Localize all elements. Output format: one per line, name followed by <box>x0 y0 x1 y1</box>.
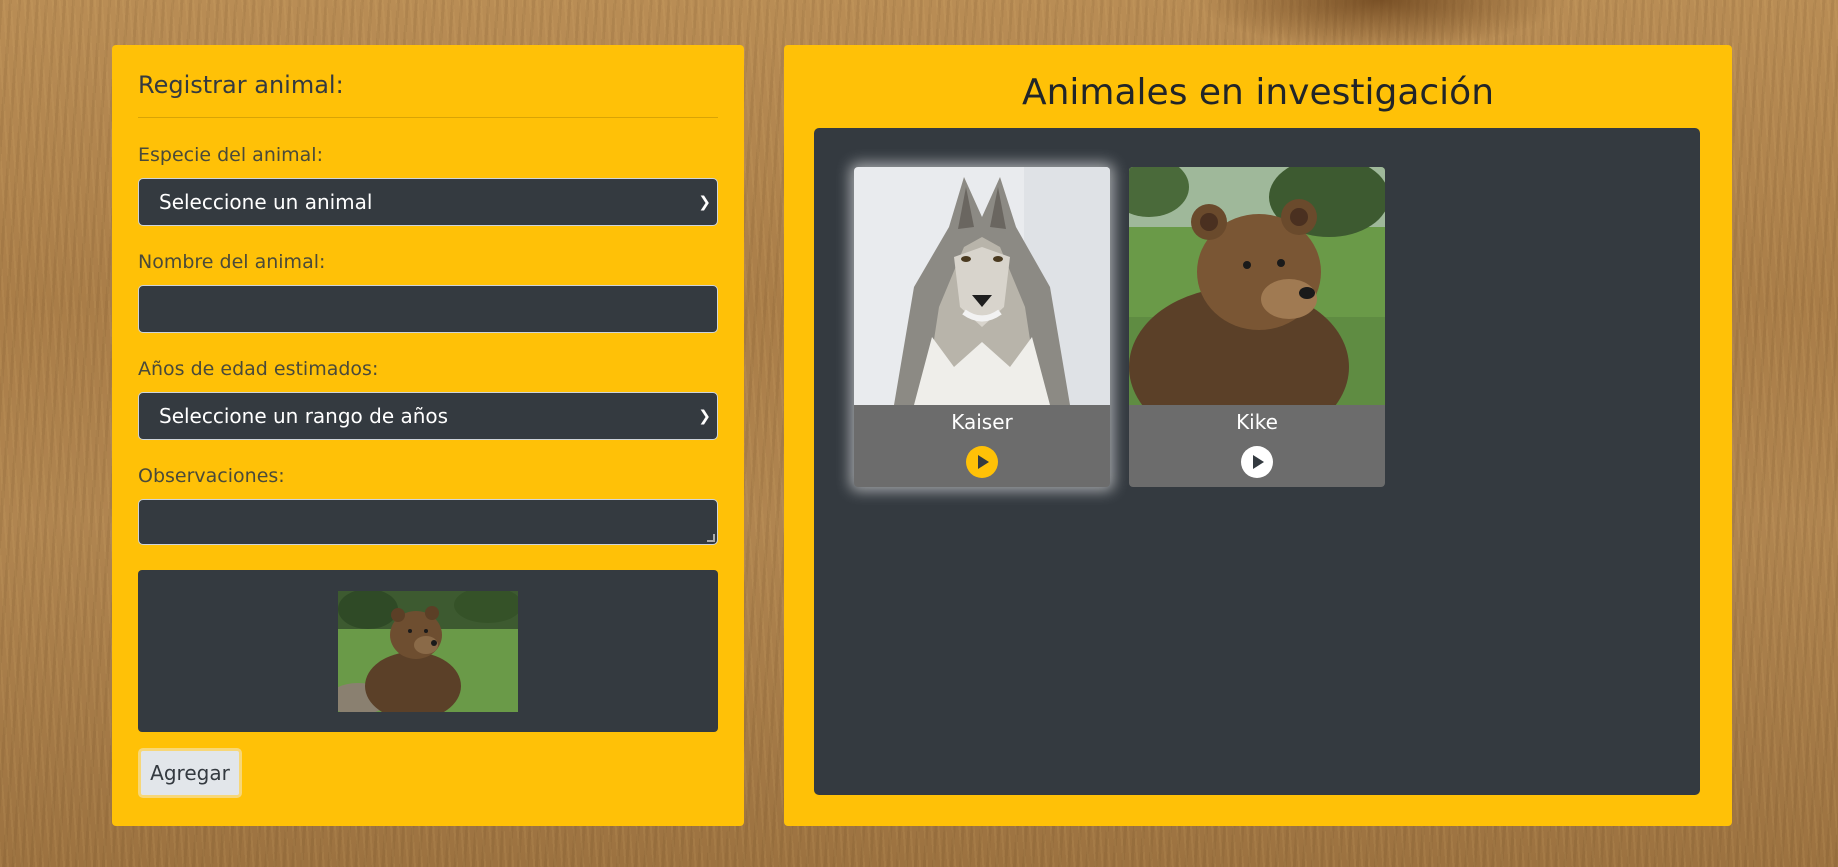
species-label: Especie del animal: <box>138 144 323 166</box>
animal-card-kaiser[interactable]: Kaiser <box>854 167 1110 487</box>
gallery-title: Animales en investigación <box>1021 72 1495 113</box>
name-input[interactable] <box>138 285 718 333</box>
animals-panel: Animales en investigación Kaiser Kike <box>784 45 1732 826</box>
form-title: Registrar animal: <box>138 71 344 99</box>
age-select-value: Seleccione un rango de años <box>159 404 449 428</box>
image-preview-area <box>138 570 718 732</box>
species-select-value: Seleccione un animal <box>159 190 373 214</box>
play-icon <box>1253 455 1264 469</box>
play-sound-button[interactable] <box>1241 446 1273 478</box>
animal-name: Kike <box>1236 410 1278 434</box>
chevron-down-icon: ❯ <box>698 407 711 425</box>
add-button[interactable]: Agregar <box>138 748 242 798</box>
notes-label: Observaciones: <box>138 465 285 487</box>
preview-image-bear <box>338 590 518 712</box>
animal-gallery: Kaiser Kike <box>814 128 1700 795</box>
animal-card-kike[interactable]: Kike <box>1129 167 1385 487</box>
age-label: Años de edad estimados: <box>138 358 379 380</box>
register-form-panel: Registrar animal: Especie del animal: Se… <box>112 45 744 826</box>
animal-image-bear <box>1129 167 1385 405</box>
divider <box>138 117 718 118</box>
age-select[interactable]: Seleccione un rango de años ❯ <box>138 392 718 440</box>
notes-textarea[interactable] <box>138 499 718 545</box>
name-label: Nombre del animal: <box>138 251 326 273</box>
play-icon <box>978 455 989 469</box>
animal-name: Kaiser <box>951 410 1013 434</box>
resize-handle-icon[interactable] <box>707 534 715 542</box>
chevron-down-icon: ❯ <box>698 193 711 211</box>
species-select[interactable]: Seleccione un animal ❯ <box>138 178 718 226</box>
play-sound-button[interactable] <box>966 446 998 478</box>
animal-image-wolf <box>854 167 1110 405</box>
